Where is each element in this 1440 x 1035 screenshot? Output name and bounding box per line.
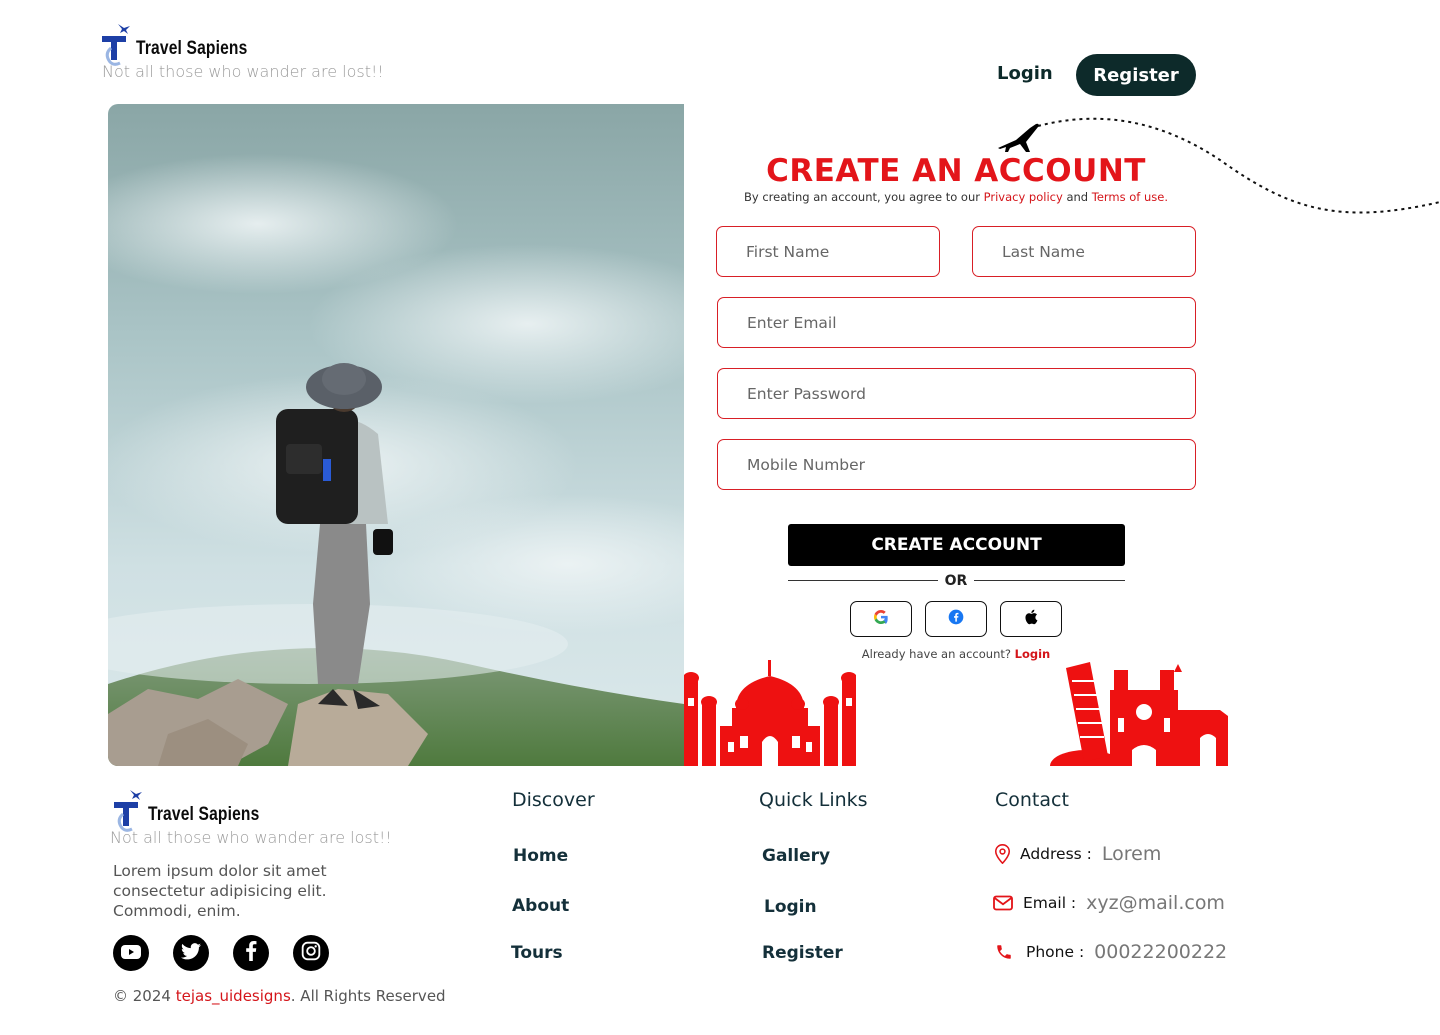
phone-label: Phone : (1026, 943, 1085, 961)
email-label: Email : (1023, 894, 1077, 912)
footer-link-about[interactable]: About (512, 896, 569, 916)
author-link[interactable]: tejas_uidesigns (176, 987, 291, 1005)
terms-notice: By creating an account, you agree to our… (700, 190, 1212, 204)
brand-logo[interactable]: Travel Sapiens (100, 20, 272, 66)
taj-mahal-illustration (683, 658, 857, 766)
contact-heading: Contact (995, 789, 1069, 811)
instagram-icon (301, 941, 321, 965)
mobile-number-field[interactable] (717, 439, 1196, 490)
register-button[interactable]: Register (1076, 54, 1196, 96)
copyright: © 2024 tejas_uidesigns. All Rights Reser… (113, 987, 446, 1005)
footer-description: Lorem ipsum dolor sit amet consectetur a… (113, 861, 373, 921)
email-value[interactable]: xyz@mail.com (1086, 892, 1225, 914)
or-divider-left (788, 580, 938, 581)
facebook-icon (948, 609, 964, 629)
contact-email: Email : xyz@mail.com (993, 892, 1225, 914)
privacy-policy-link[interactable]: Privacy policy (984, 190, 1063, 204)
facebook-link[interactable] (233, 935, 269, 971)
contact-phone: Phone : 00022200222 (995, 941, 1227, 963)
footer-brand-name: Travel Sapiens (148, 804, 260, 825)
footer-description-line: Commodi, enim. (113, 902, 241, 920)
create-account-button[interactable]: CREATE ACCOUNT (788, 524, 1125, 566)
plane-icon (996, 118, 1044, 154)
twitter-link[interactable] (173, 935, 209, 971)
facebook-icon (245, 941, 257, 965)
twitter-icon (181, 942, 201, 964)
youtube-link[interactable] (113, 935, 149, 971)
footer-link-login[interactable]: Login (764, 897, 817, 917)
hero-image (108, 104, 684, 766)
first-name-field[interactable] (716, 226, 940, 277)
or-divider-right (974, 580, 1125, 581)
contact-address: Address : Lorem (994, 843, 1161, 865)
footer-description-line: Lorem ipsum dolor sit amet (113, 862, 327, 880)
instagram-link[interactable] (293, 935, 329, 971)
pisa-notredame-illustration (1050, 660, 1228, 782)
email-field[interactable] (717, 297, 1196, 348)
apple-signup-button[interactable] (1000, 601, 1062, 637)
terms-and: and (1062, 190, 1092, 204)
logo-mark-icon (100, 20, 134, 66)
footer-tagline: Not all those who wander are lost!! (110, 828, 392, 847)
copyright-suffix: . All Rights Reserved (290, 987, 446, 1005)
phone-icon (995, 943, 1013, 961)
footer-logo-mark-icon (112, 786, 146, 832)
copyright-prefix: © 2024 (113, 987, 176, 1005)
youtube-icon (121, 944, 141, 963)
quick-links-heading: Quick Links (759, 789, 868, 811)
or-text: OR (940, 573, 972, 589)
phone-value[interactable]: 00022200222 (1094, 941, 1227, 963)
login-link[interactable]: Login (1015, 647, 1051, 661)
address-value: Lorem (1101, 843, 1162, 865)
terms-of-use-link[interactable]: Terms of use. (1092, 190, 1168, 204)
facebook-signup-button[interactable] (925, 601, 987, 637)
login-button[interactable]: Login (997, 63, 1053, 84)
footer-brand-logo[interactable]: Travel Sapiens (112, 786, 284, 832)
google-icon (873, 609, 889, 629)
footer-link-register[interactable]: Register (762, 943, 843, 963)
mail-icon (993, 895, 1013, 911)
footer-link-gallery[interactable]: Gallery (762, 846, 830, 866)
terms-prefix: By creating an account, you agree to our (743, 190, 984, 204)
footer-description-line: consectetur adipisicing elit. (113, 882, 327, 900)
apple-icon (1024, 609, 1038, 629)
last-name-field[interactable] (972, 226, 1196, 277)
address-label: Address : (1020, 845, 1092, 863)
have-account-prompt: Already have an account? (861, 647, 1015, 661)
footer-link-home[interactable]: Home (513, 846, 568, 866)
brand-name: Travel Sapiens (136, 38, 248, 59)
password-field[interactable] (717, 368, 1196, 419)
google-signup-button[interactable] (850, 601, 912, 637)
footer-link-tours[interactable]: Tours (511, 943, 563, 963)
form-title: CREATE AN ACCOUNT (766, 153, 1146, 189)
tagline: Not all those who wander are lost!! (102, 62, 384, 81)
location-pin-icon (994, 844, 1011, 864)
discover-heading: Discover (512, 789, 595, 811)
